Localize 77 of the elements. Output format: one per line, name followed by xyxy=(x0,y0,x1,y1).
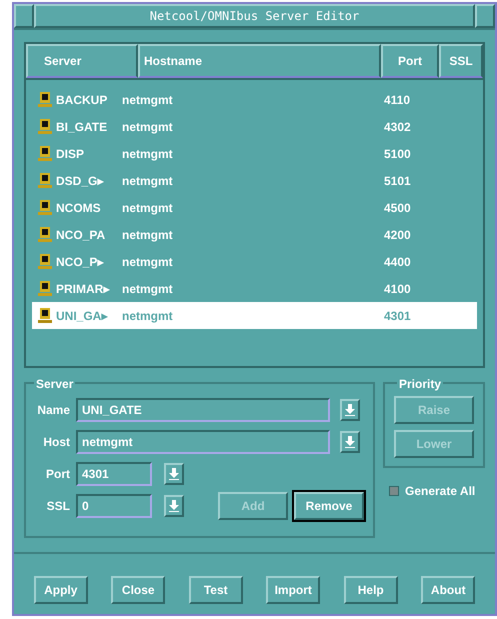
field-label: SSL xyxy=(46,498,70,515)
hostname: netmgmt xyxy=(122,200,174,216)
hostname: netmgmt xyxy=(122,226,174,244)
field-label: Port xyxy=(45,466,70,483)
server-name: PRIMAR▸ xyxy=(56,280,111,298)
hostname: netmgmt xyxy=(122,280,174,298)
window-title: Netcool/OMNIbus Server Editor xyxy=(34,4,475,28)
down-arrow-icon xyxy=(169,468,179,480)
computer-icon xyxy=(38,146,52,162)
text-field[interactable]: UNI_GATE xyxy=(76,398,330,422)
column-header[interactable]: Server xyxy=(26,44,138,78)
port-number: 4110 xyxy=(384,92,410,108)
server-row[interactable]: DSD_G▸ netmgmt 5101 xyxy=(32,167,477,194)
push-button[interactable]: Close xyxy=(111,576,166,604)
computer-icon xyxy=(38,308,52,324)
server-row[interactable]: NCO_P▸ netmgmt 4400 xyxy=(32,248,477,275)
push-button[interactable]: About xyxy=(421,576,476,604)
computer-icon xyxy=(38,118,52,134)
column-header[interactable]: SSL xyxy=(439,44,483,78)
server-row[interactable]: NCOMS netmgmt 4500 xyxy=(32,194,477,221)
port-number: 5100 xyxy=(384,146,411,162)
server-name: NCO_PA xyxy=(56,226,106,244)
hostname: netmgmt xyxy=(122,118,174,136)
field-label: Name xyxy=(36,402,70,419)
server-name: BI_GATE xyxy=(56,118,108,136)
hostname: netmgmt xyxy=(122,92,174,108)
dropdown-button[interactable] xyxy=(340,431,360,453)
computer-icon xyxy=(38,254,52,270)
computer-icon xyxy=(38,200,52,216)
window-menu-button[interactable] xyxy=(14,4,34,28)
down-arrow-icon xyxy=(345,436,355,448)
text-field[interactable]: 0 xyxy=(76,494,152,518)
push-button[interactable]: Import xyxy=(266,576,320,604)
server-name: NCO_P▸ xyxy=(56,254,105,270)
server-row[interactable]: UNI_GA▸ netmgmt 4301 xyxy=(32,302,477,329)
server-row[interactable]: BACKUP netmgmt 4110 xyxy=(32,86,477,113)
computer-icon xyxy=(38,172,52,188)
down-arrow-icon xyxy=(169,500,179,512)
dropdown-button[interactable] xyxy=(164,495,184,517)
column-header[interactable]: Hostname xyxy=(138,44,381,78)
port-number: 4200 xyxy=(384,226,411,244)
computer-icon xyxy=(38,280,52,296)
port-number: 5101 xyxy=(384,172,411,190)
computer-icon xyxy=(38,226,52,242)
text-field[interactable]: 4301 xyxy=(76,462,152,486)
hostname: netmgmt xyxy=(122,172,174,190)
checkbox[interactable] xyxy=(389,486,399,496)
field-label: Host xyxy=(42,434,70,451)
server-row[interactable]: DISP netmgmt 5100 xyxy=(32,140,477,167)
port-number: 4400 xyxy=(384,254,411,270)
dropdown-button[interactable] xyxy=(340,399,360,421)
port-number: 4100 xyxy=(384,280,411,298)
server-name: DISP xyxy=(56,146,86,162)
port-number: 4500 xyxy=(384,200,411,216)
minimize-button[interactable] xyxy=(475,4,495,28)
push-button[interactable]: Remove xyxy=(294,492,364,520)
hostname: netmgmt xyxy=(122,146,174,162)
computer-icon xyxy=(38,92,52,108)
down-arrow-icon xyxy=(345,404,355,416)
hostname: netmgmt xyxy=(122,308,174,324)
server-name: UNI_GA▸ xyxy=(56,308,109,324)
text-field[interactable]: netmgmt xyxy=(76,430,330,454)
server-row[interactable]: PRIMAR▸ netmgmt 4100 xyxy=(32,275,477,302)
server-row[interactable]: BI_GATE netmgmt 4302 xyxy=(32,113,477,140)
checkbox-label: Generate All xyxy=(405,483,476,500)
server-name: BACKUP xyxy=(56,92,108,108)
server-name: DSD_G▸ xyxy=(56,172,105,190)
server-row[interactable]: NCO_PA netmgmt 4200 xyxy=(32,221,477,248)
port-number: 4302 xyxy=(384,118,411,136)
hostname: netmgmt xyxy=(122,254,174,270)
push-button[interactable]: Apply xyxy=(34,576,88,604)
column-header[interactable]: Port xyxy=(381,44,439,78)
push-button[interactable]: Help xyxy=(344,576,398,604)
push-button[interactable]: Test xyxy=(188,576,243,604)
port-number: 4301 xyxy=(384,308,411,324)
server-name: NCOMS xyxy=(56,200,102,216)
dropdown-button[interactable] xyxy=(164,463,184,485)
